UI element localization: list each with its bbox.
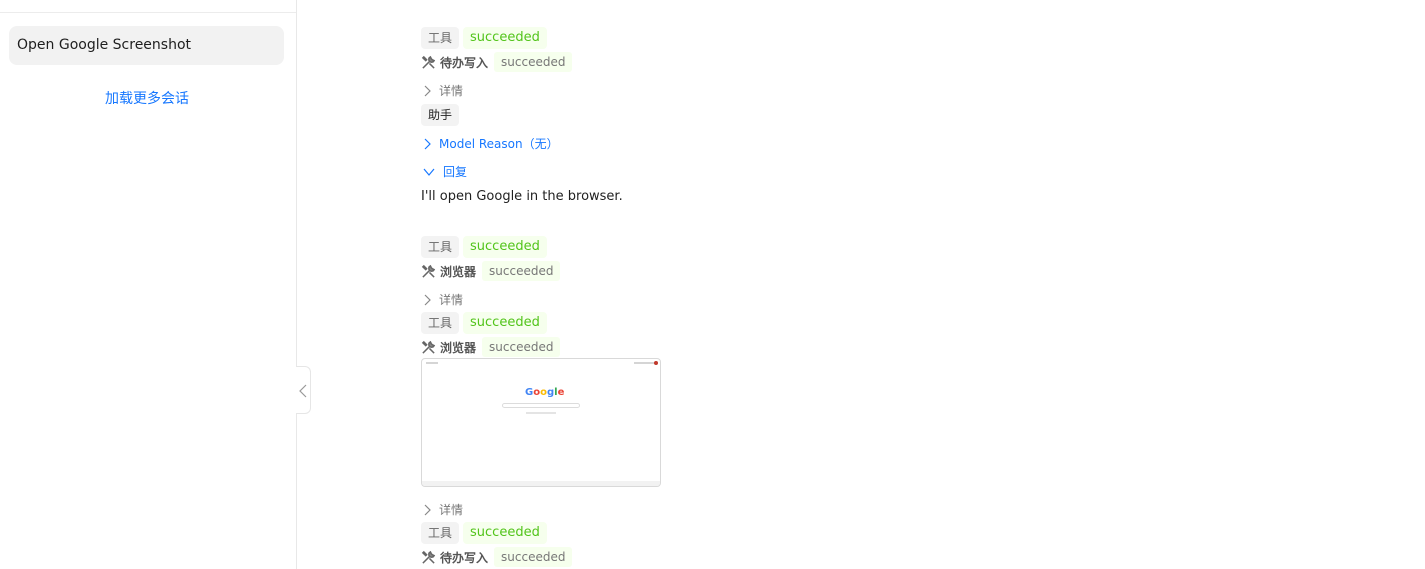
tools-icon <box>421 550 436 564</box>
tools-icon <box>421 340 436 354</box>
tools-icon <box>421 264 436 278</box>
status-badge: succeeded <box>463 236 547 258</box>
chevron-down-icon <box>423 168 435 176</box>
tool-call-line: 浏览器 succeeded <box>421 337 561 357</box>
tool-tag: 工具 <box>421 312 460 334</box>
reply-toggle[interactable]: 回复 <box>421 163 467 180</box>
status-badge: succeeded <box>463 27 547 49</box>
status-badge: succeeded <box>463 522 547 544</box>
conversation-item[interactable]: Open Google Screenshot <box>9 26 284 65</box>
app: Open Google Screenshot 加载更多会话 工具 succeed… <box>0 0 1425 569</box>
browser-screenshot-thumbnail[interactable]: Google <box>421 358 661 487</box>
tool-call-line: 待办写入 succeeded <box>421 52 573 72</box>
chevron-right-icon <box>424 294 431 305</box>
details-label: 详情 <box>439 293 464 307</box>
tool-status-row: 工具 succeeded <box>421 27 547 49</box>
details-label: 详情 <box>439 503 464 517</box>
chat-main: 工具 succeeded 待办写入 succeeded 详情 助手 Model … <box>421 0 1321 569</box>
tool-status-badge: succeeded <box>482 261 561 281</box>
reply-label: 回复 <box>443 165 468 179</box>
tool-call-line: 待办写入 succeeded <box>421 547 573 567</box>
chevron-left-icon <box>299 384 307 398</box>
tool-status-row: 工具 succeeded <box>421 522 547 544</box>
tool-status-row: 工具 succeeded <box>421 312 547 334</box>
thumb-search-box <box>502 403 580 408</box>
tool-tag: 工具 <box>421 27 460 49</box>
thumb-topbar-left <box>426 362 438 364</box>
details-toggle[interactable]: 详情 <box>421 82 463 99</box>
thumb-search-buttons <box>526 412 556 414</box>
reply-text: I'll open Google in the browser. <box>421 189 623 204</box>
tools-icon <box>421 55 436 69</box>
tool-status-badge: succeeded <box>494 547 573 567</box>
tool-name: 待办写入 <box>440 55 489 70</box>
tool-call-line: 浏览器 succeeded <box>421 261 561 281</box>
sidebar-divider <box>0 12 296 13</box>
details-toggle[interactable]: 详情 <box>421 501 463 518</box>
tool-tag: 工具 <box>421 236 460 258</box>
thumb-footer <box>422 481 660 486</box>
tool-status-badge: succeeded <box>482 337 561 357</box>
role-tag: 助手 <box>421 104 460 126</box>
status-badge: succeeded <box>463 312 547 334</box>
details-label: 详情 <box>439 84 464 98</box>
chevron-right-icon <box>424 504 431 515</box>
chevron-right-icon <box>424 138 431 149</box>
thumb-topbar-right <box>634 362 656 364</box>
tool-status-badge: succeeded <box>494 52 573 72</box>
sidebar-collapse-handle[interactable] <box>296 366 311 414</box>
assistant-role: 助手 <box>421 104 460 126</box>
google-logo: Google <box>525 387 565 398</box>
sidebar: Open Google Screenshot 加载更多会话 <box>0 0 297 569</box>
model-reason-label: Model Reason（无） <box>439 137 559 151</box>
tool-name: 浏览器 <box>440 264 477 279</box>
model-reason-toggle[interactable]: Model Reason（无） <box>421 135 559 152</box>
load-more-conversations-link[interactable]: 加载更多会话 <box>0 88 294 108</box>
tool-status-row: 工具 succeeded <box>421 236 547 258</box>
details-toggle[interactable]: 详情 <box>421 291 463 308</box>
tool-name: 浏览器 <box>440 340 477 355</box>
tool-name: 待办写入 <box>440 550 489 565</box>
avatar-icon <box>654 361 658 365</box>
tool-tag: 工具 <box>421 522 460 544</box>
chevron-right-icon <box>424 85 431 96</box>
